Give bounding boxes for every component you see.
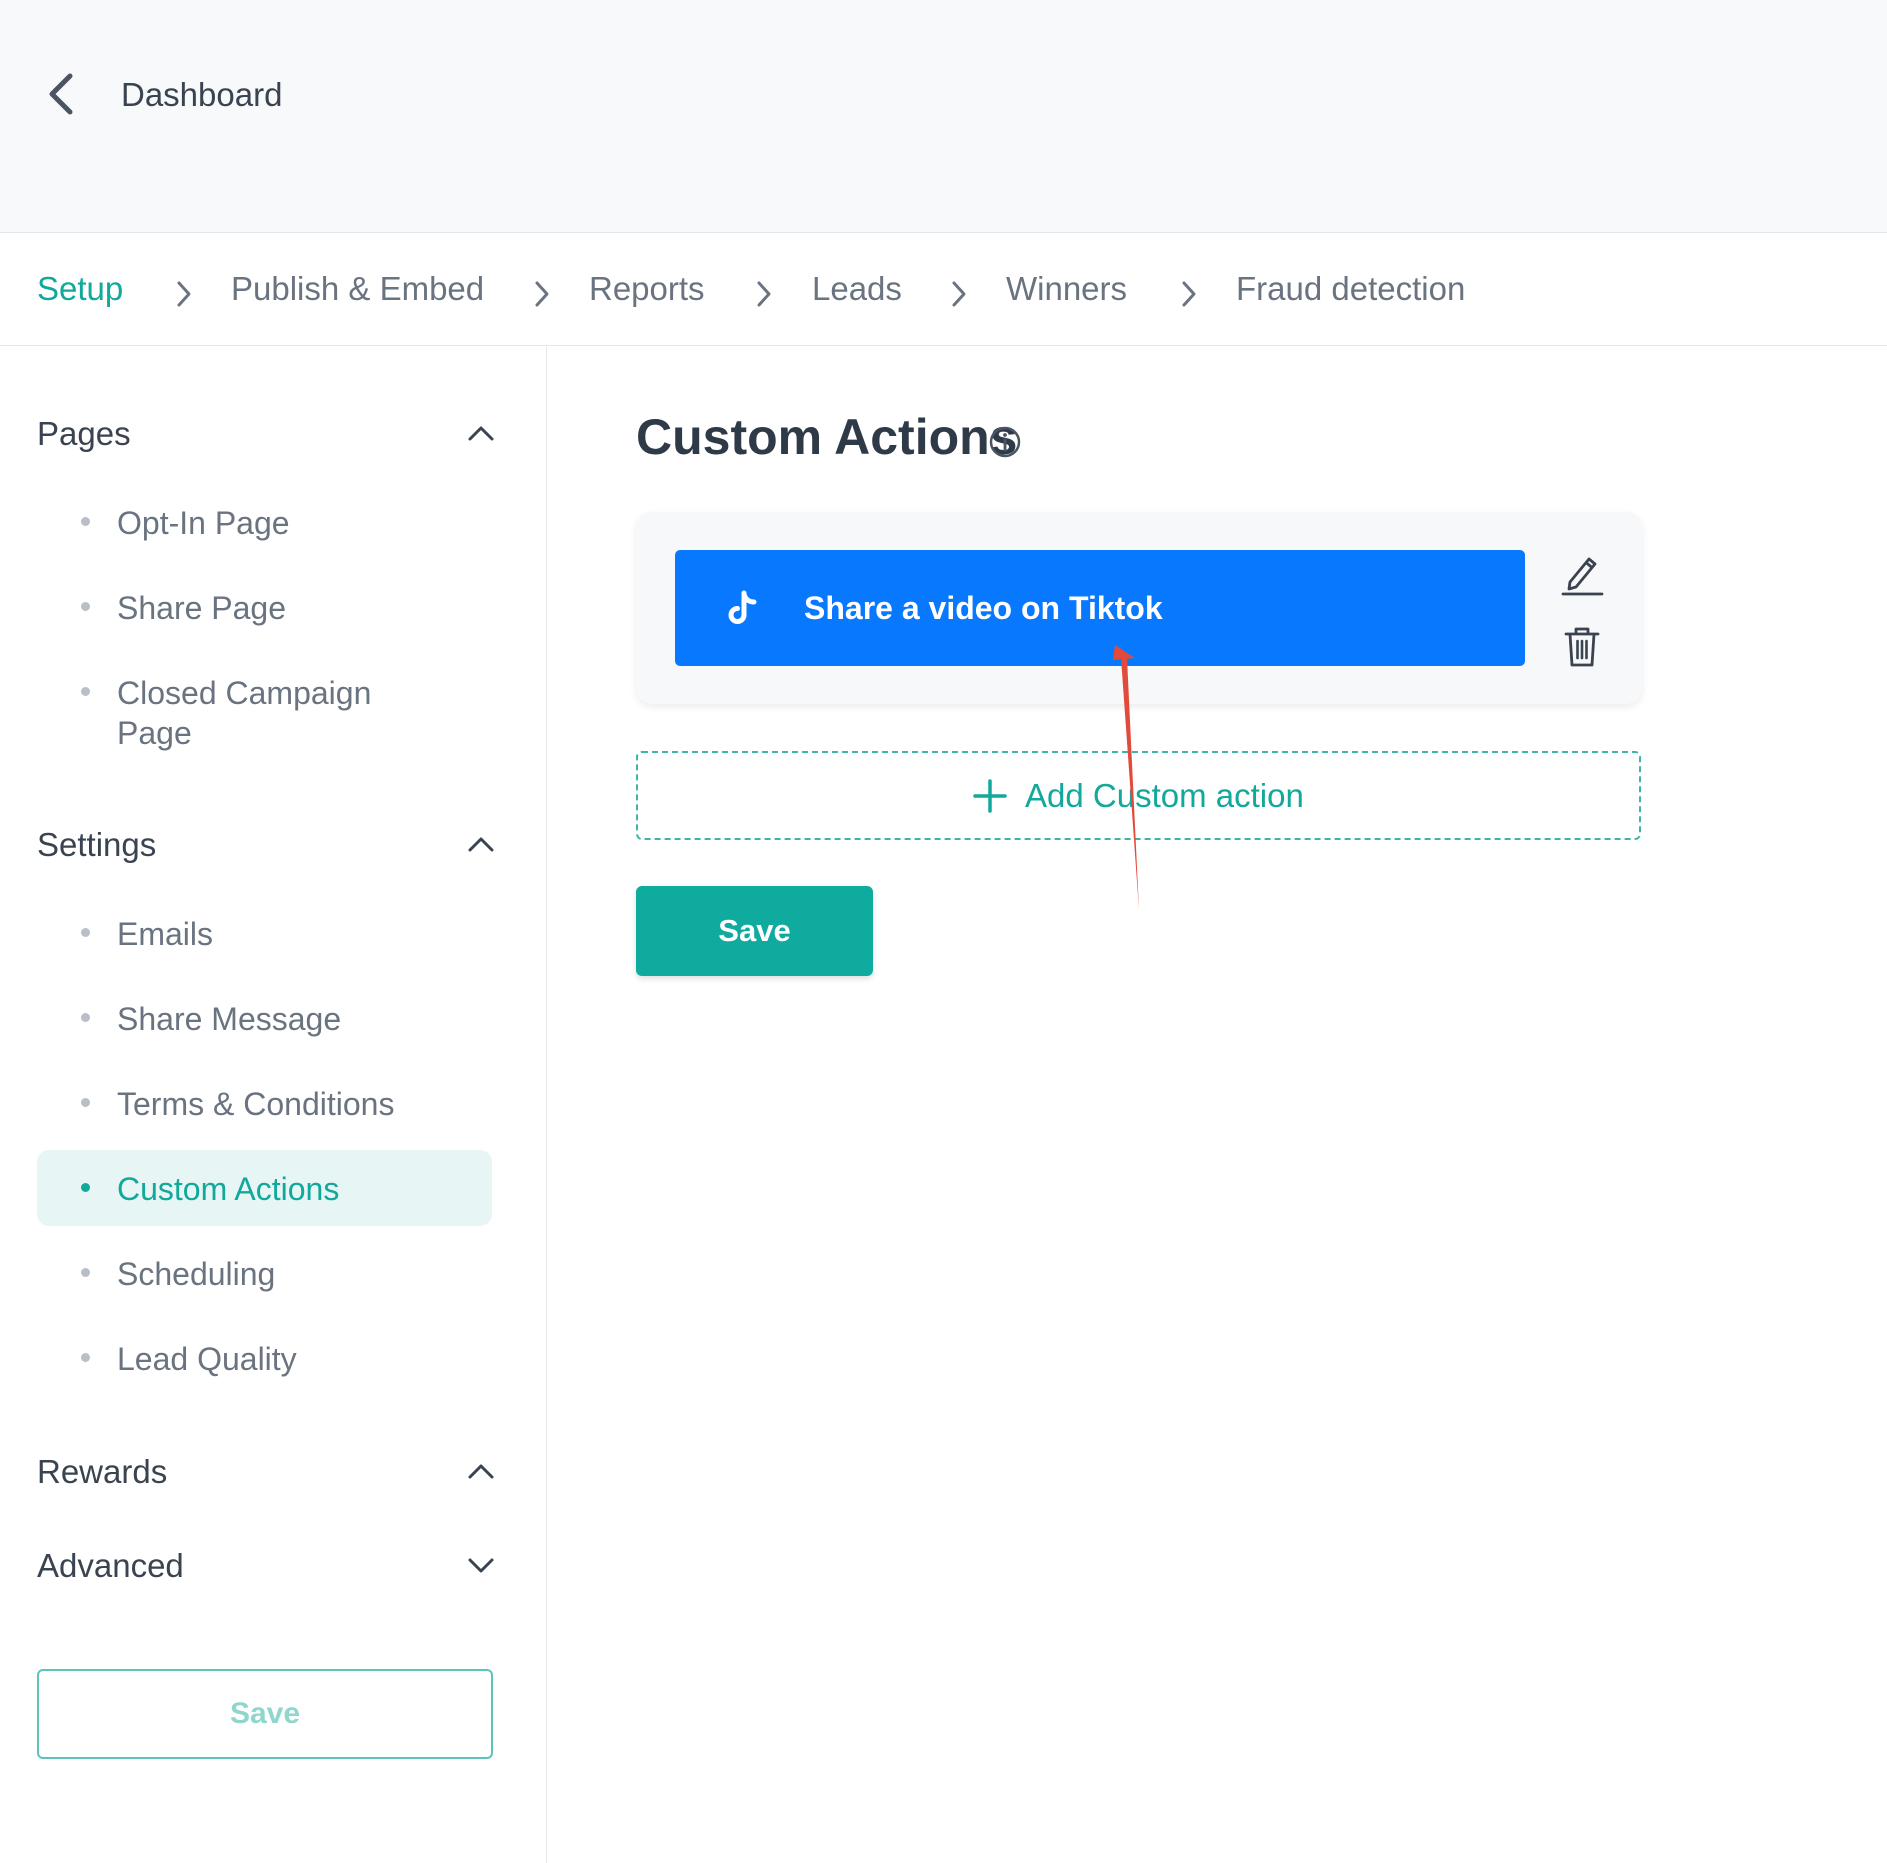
bullet	[81, 1183, 90, 1192]
tab-leads[interactable]: Leads	[812, 270, 902, 308]
sidebar-item-label: Terms & Conditions	[117, 1086, 395, 1122]
sidebar-item-label: Closed Campaign Page	[117, 675, 372, 751]
info-icon[interactable]	[988, 425, 1022, 459]
sidebar-item-scheduling[interactable]: Scheduling	[37, 1235, 492, 1311]
bullet	[81, 1098, 90, 1107]
sidebar-item-share-page[interactable]: Share Page	[37, 569, 492, 645]
trash-icon[interactable]	[1564, 626, 1600, 668]
custom-action-tiktok[interactable]: Share a video on Tiktok	[675, 550, 1525, 666]
sidebar-group-advanced[interactable]: Advanced	[37, 1541, 497, 1591]
add-custom-action-label: Add Custom action	[1025, 777, 1304, 814]
sidebar-item-emails[interactable]: Emails	[37, 895, 492, 971]
sidebar-group-pages[interactable]: Pages	[37, 409, 497, 459]
tab-reports[interactable]: Reports	[589, 270, 705, 308]
pencil-icon[interactable]	[1560, 552, 1604, 596]
sidebar-item-label: Share Message	[117, 1001, 342, 1037]
bullet	[81, 1268, 90, 1277]
chevron-right-icon	[1182, 281, 1196, 307]
group-title: Pages	[37, 415, 131, 452]
sidebar-item-label: Share Page	[117, 590, 287, 626]
bullet	[81, 1353, 90, 1362]
chevron-up-icon	[468, 837, 494, 852]
chevron-right-icon	[177, 281, 191, 307]
sidebar-item-label: Lead Quality	[117, 1341, 297, 1377]
chevron-right-icon	[757, 281, 771, 307]
page-title: Custom Actions	[636, 409, 1018, 465]
sidebar-item-label: Scheduling	[117, 1256, 276, 1292]
bullet	[81, 1013, 90, 1022]
sidebar-item-label: Custom Actions	[117, 1171, 340, 1207]
sidebar-item-label: Opt-In Page	[117, 505, 290, 541]
chevron-up-icon	[468, 1464, 494, 1479]
sidebar-item-custom-actions[interactable]: Custom Actions	[37, 1150, 492, 1226]
chevron-right-icon	[952, 281, 966, 307]
sidebar-item-label: Emails	[117, 916, 214, 952]
steps-nav: Setup Publish & Embed Reports Leads Winn…	[0, 234, 1887, 346]
tab-publish-embed[interactable]: Publish & Embed	[231, 270, 484, 308]
bullet	[81, 602, 90, 611]
chevron-left-icon[interactable]	[44, 70, 78, 118]
custom-action-label: Share a video on Tiktok	[804, 590, 1163, 626]
sidebar-item-lead-quality[interactable]: Lead Quality	[37, 1320, 492, 1396]
sidebar-save-button[interactable]: Save	[37, 1669, 493, 1759]
bullet	[81, 928, 90, 937]
group-title: Settings	[37, 826, 157, 863]
add-custom-action-button[interactable]: Add Custom action	[636, 751, 1641, 840]
chevron-up-icon	[468, 426, 494, 441]
sidebar-item-share-message[interactable]: Share Message	[37, 980, 492, 1056]
tab-winners[interactable]: Winners	[1006, 270, 1127, 308]
sidebar-item-closed-campaign-page[interactable]: Closed Campaign Page	[37, 654, 492, 764]
top-bar: Dashboard	[0, 0, 1887, 233]
group-title: Rewards	[37, 1453, 168, 1490]
sidebar-item-terms-conditions[interactable]: Terms & Conditions	[37, 1065, 492, 1141]
bullet	[81, 687, 90, 696]
chevron-down-icon	[468, 1558, 494, 1573]
tab-setup[interactable]: Setup	[37, 270, 123, 308]
sidebar-item-opt-in-page[interactable]: Opt-In Page	[37, 484, 492, 560]
save-button[interactable]: Save	[636, 886, 873, 976]
tiktok-icon	[728, 590, 757, 624]
tab-fraud-detection[interactable]: Fraud detection	[1236, 270, 1465, 308]
group-title: Advanced	[37, 1547, 184, 1584]
sidebar: Pages Opt-In Page Share Page Closed Camp…	[0, 347, 547, 1863]
sidebar-group-rewards[interactable]: Rewards	[37, 1447, 497, 1497]
custom-action-card: Share a video on Tiktok	[636, 512, 1642, 704]
bullet	[81, 517, 90, 526]
dashboard-link[interactable]: Dashboard	[121, 76, 282, 114]
chevron-right-icon	[535, 281, 549, 307]
plus-icon	[973, 779, 1007, 813]
sidebar-group-settings[interactable]: Settings	[37, 820, 497, 870]
